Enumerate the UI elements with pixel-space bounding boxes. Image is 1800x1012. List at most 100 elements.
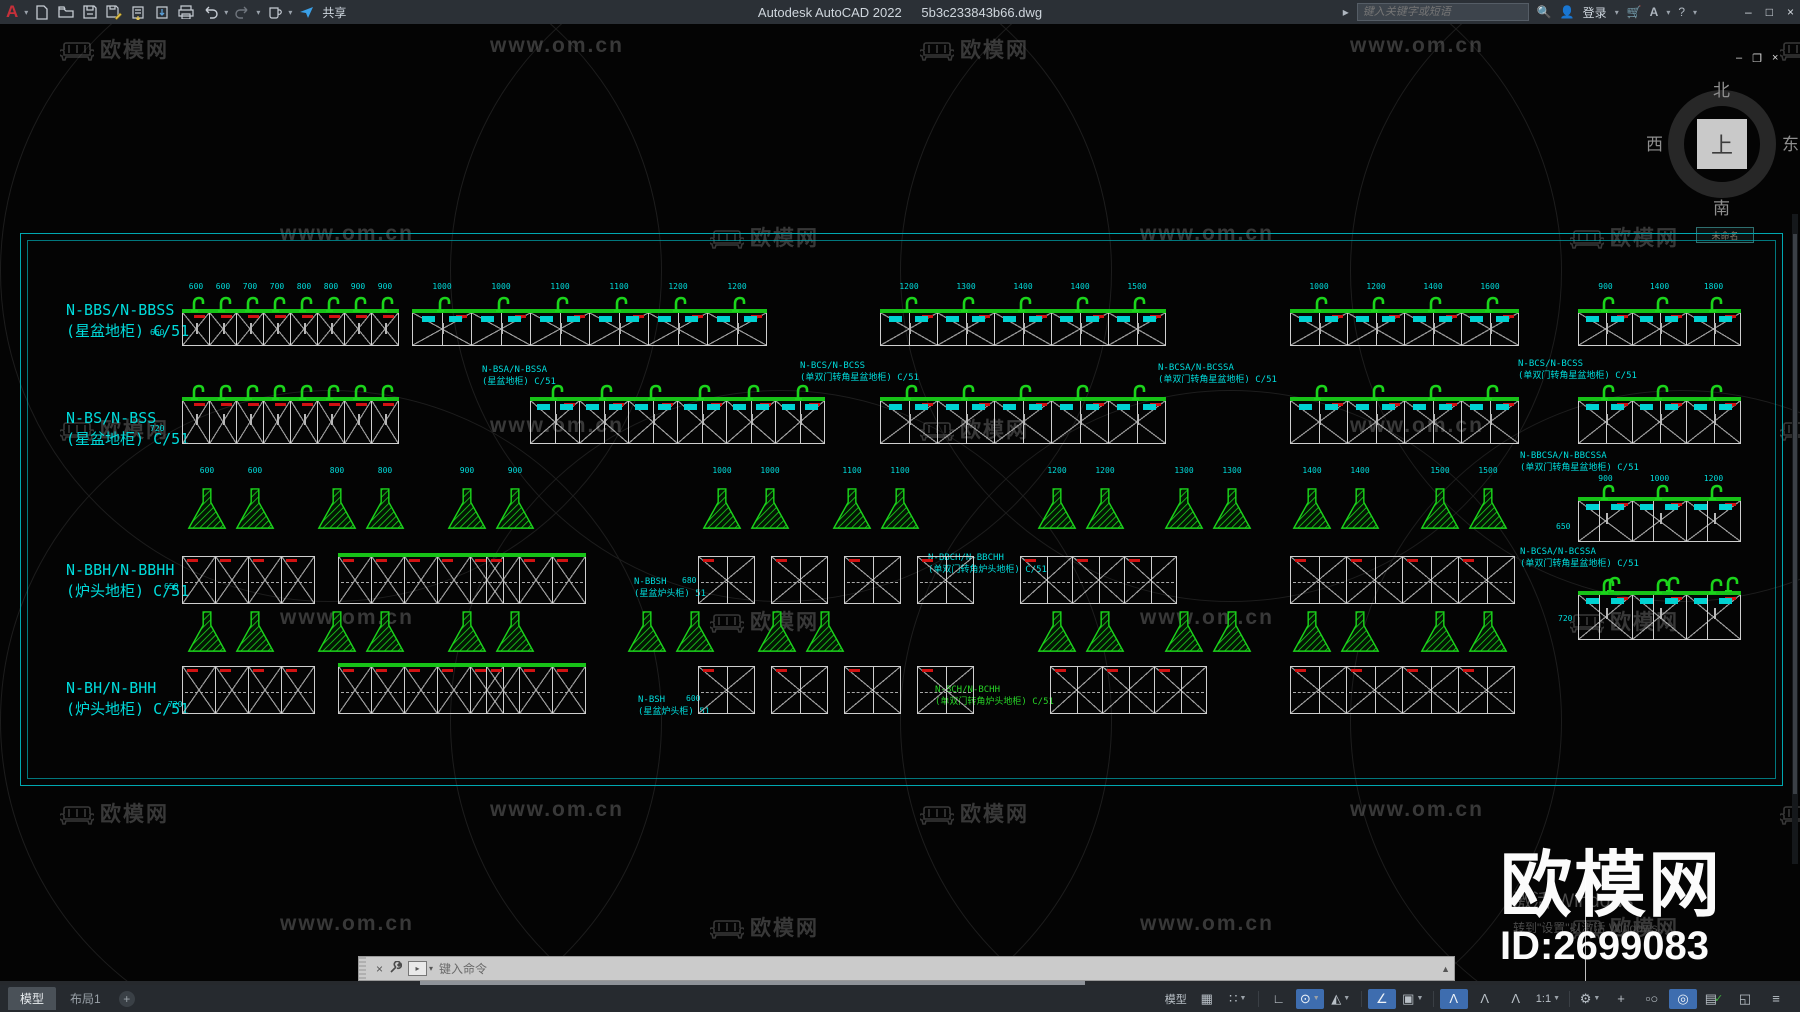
doc-close-button[interactable]: × [1772, 52, 1778, 65]
range-hood-block[interactable] [1210, 610, 1254, 659]
dimension-text[interactable]: 1400 [1650, 282, 1669, 291]
cabinet-block[interactable] [1461, 397, 1519, 444]
dimension-text[interactable]: 1000 [760, 466, 779, 475]
cabinet-block[interactable] [1290, 556, 1347, 604]
doc-minimize-button[interactable]: – [1736, 52, 1742, 65]
cabinet-block[interactable] [1578, 397, 1633, 444]
dimension-text[interactable]: 1400 [1070, 282, 1089, 291]
cabinet-block[interactable] [1632, 497, 1687, 542]
status-ortho-mode[interactable]: ∟ [1265, 989, 1293, 1009]
cabinet-block[interactable] [1632, 397, 1687, 444]
range-hood-block[interactable] [1290, 487, 1334, 536]
cabinet-block[interactable] [707, 309, 767, 346]
cabinet-block[interactable] [771, 666, 828, 714]
cabinet-block[interactable] [236, 309, 264, 346]
dimension-text[interactable]: 1200 [1366, 282, 1385, 291]
dimension-text[interactable]: 800 [297, 282, 311, 291]
range-hood-block[interactable] [1162, 487, 1206, 536]
compass-south-label[interactable]: 南 [1713, 194, 1730, 219]
cabinet-block[interactable] [677, 397, 727, 444]
range-hood-block[interactable] [878, 487, 922, 536]
dimension-text[interactable]: 600 [248, 466, 262, 475]
vertical-scrollbar-thumb[interactable] [1793, 234, 1797, 794]
dimension-text[interactable]: 900 [460, 466, 474, 475]
status-hardware-acceleration[interactable]: ◎ [1669, 988, 1697, 1009]
cabinet-block[interactable] [1108, 397, 1166, 444]
qat-caret-icon[interactable]: ▾ [288, 8, 292, 17]
undo-caret-icon[interactable]: ▾ [224, 8, 228, 17]
search-input[interactable] [1356, 3, 1529, 21]
cabinet-block[interactable] [698, 666, 755, 714]
cabinet-block[interactable] [648, 309, 708, 346]
close-button[interactable]: × [1787, 5, 1794, 19]
cabinet-block[interactable] [182, 556, 216, 604]
cabinet-block[interactable] [317, 397, 345, 444]
cabinet-block[interactable] [1020, 556, 1073, 604]
cabinet-block[interactable] [1461, 309, 1519, 346]
compass-east-label[interactable]: 东 [1782, 130, 1799, 155]
dimension-text[interactable]: 1800 [1704, 282, 1723, 291]
cabinet-block[interactable] [530, 397, 580, 444]
dimension-text[interactable]: 680 [682, 576, 696, 585]
block-annotation[interactable]: N-BCSA/N-BCSSA (单双门转角星盆地柜) C/51 [1520, 546, 1639, 570]
range-hood-block[interactable] [445, 610, 489, 659]
cabinet-block[interactable] [530, 309, 590, 346]
cabinet-block[interactable] [1632, 591, 1687, 640]
cabinet-block[interactable] [486, 663, 520, 714]
range-hood-block[interactable] [673, 610, 717, 659]
status-annotation-scale-flag[interactable]: Λ [1502, 989, 1530, 1009]
status-trusted-dwg[interactable]: ▤ ✓ [1700, 989, 1728, 1009]
range-hood-block[interactable] [493, 487, 537, 536]
status-annotation-monitor[interactable]: + [1607, 989, 1635, 1009]
cabinet-block[interactable] [1402, 556, 1459, 604]
share-button[interactable]: 共享 [322, 4, 346, 21]
login-button[interactable]: 登录 [1583, 4, 1607, 21]
range-hood-block[interactable] [1083, 487, 1127, 536]
cabinet-block[interactable] [771, 556, 828, 604]
cabinet-block[interactable] [281, 666, 315, 714]
vertical-scrollbar[interactable] [1792, 214, 1798, 864]
range-hood-block[interactable] [748, 487, 792, 536]
cabinet-block[interactable] [338, 663, 372, 714]
workspace-drop-icon[interactable] [264, 2, 284, 22]
status-model-space-toggle[interactable]: 模型 [1162, 989, 1190, 1009]
compass-north-label[interactable]: 北 [1713, 76, 1730, 101]
cabinet-block[interactable] [1290, 397, 1348, 444]
dimension-text[interactable]: 600 [216, 282, 230, 291]
cabinet-block[interactable] [1686, 397, 1741, 444]
viewcube[interactable]: 北 南 西 东 上 [1646, 81, 1799, 218]
status-snap-mode[interactable]: ∷ ▼ [1224, 989, 1252, 1009]
cabinet-block[interactable] [880, 309, 938, 346]
dimension-text[interactable]: 1200 [727, 282, 746, 291]
cabinet-block[interactable] [917, 666, 974, 714]
range-hood-block[interactable] [1083, 610, 1127, 659]
app-menu-button[interactable]: A [4, 2, 20, 22]
dimension-text[interactable]: 700 [243, 282, 257, 291]
cabinet-block[interactable] [404, 663, 438, 714]
cabinet-block[interactable] [1578, 309, 1633, 346]
dimension-text[interactable]: 1400 [1013, 282, 1032, 291]
cabinet-block[interactable] [1072, 556, 1125, 604]
dimension-text[interactable]: 1000 [712, 466, 731, 475]
cabinet-block[interactable] [248, 556, 282, 604]
cabinet-block[interactable] [519, 663, 553, 714]
range-hood-block[interactable] [315, 610, 359, 659]
dimension-text[interactable]: 1000 [432, 282, 451, 291]
app-store-cart-icon[interactable]: 🛒 [1627, 5, 1642, 19]
dimension-text[interactable]: 720 [1558, 614, 1572, 623]
range-hood-block[interactable] [1162, 610, 1206, 659]
cabinet-block[interactable] [937, 397, 995, 444]
redo-icon[interactable] [232, 2, 252, 22]
minimize-button[interactable]: – [1745, 5, 1752, 19]
cabinet-block[interactable] [215, 666, 249, 714]
cabinet-block[interactable] [338, 553, 372, 604]
dimension-text[interactable]: 1200 [899, 282, 918, 291]
dimension-text[interactable]: 1400 [1423, 282, 1442, 291]
cabinet-block[interactable] [628, 397, 678, 444]
cabinet-block[interactable] [263, 397, 291, 444]
range-hood-block[interactable] [1210, 487, 1254, 536]
cabinet-block[interactable] [281, 556, 315, 604]
cabinet-block[interactable] [844, 556, 901, 604]
dimension-text[interactable]: 1600 [1480, 282, 1499, 291]
range-hood-block[interactable] [1418, 610, 1462, 659]
